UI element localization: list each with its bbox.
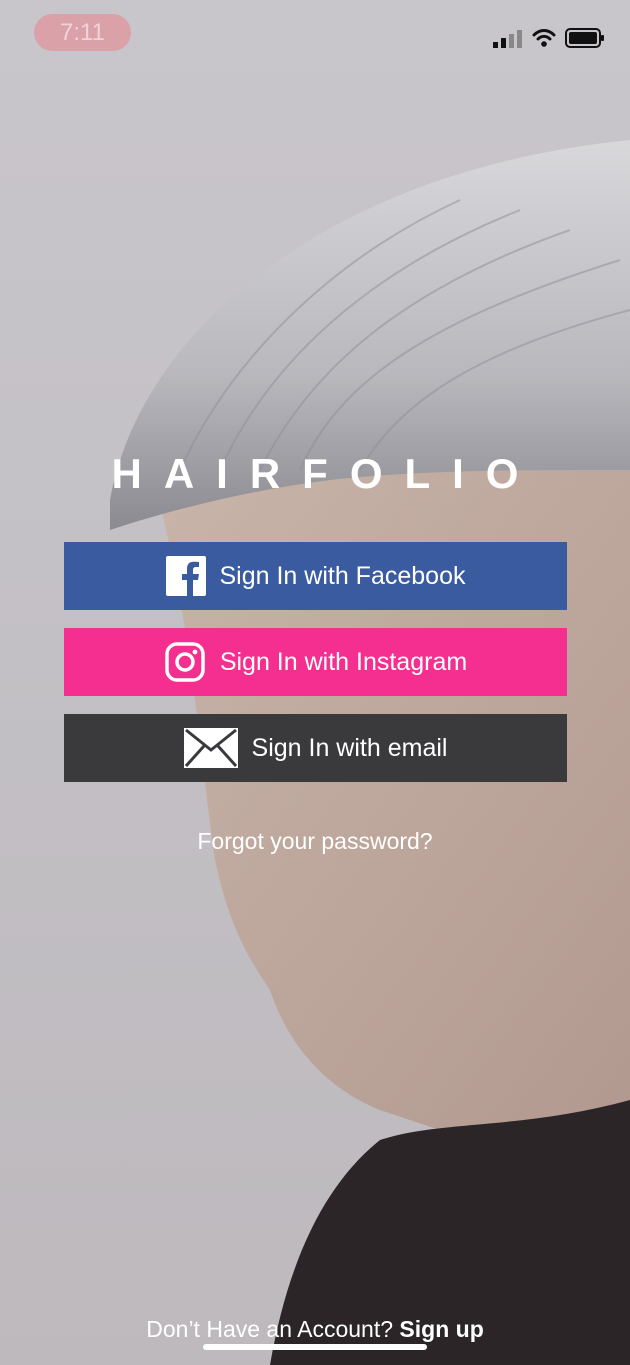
home-indicator[interactable]	[203, 1344, 427, 1350]
email-signin-label: Sign In with email	[251, 733, 448, 762]
cellular-signal-icon	[493, 30, 522, 48]
login-screen: 7:11 HAIRFOLIO Sign In with Facebook Sig…	[0, 0, 630, 1365]
facebook-signin-button[interactable]: Sign In with Facebook	[64, 542, 567, 610]
signup-prompt: Don’t Have an Account? Sign up	[0, 1316, 630, 1343]
app-logo: HAIRFOLIO	[111, 450, 541, 497]
signup-link[interactable]: Sign up	[399, 1316, 483, 1342]
status-bar: 7:11	[0, 0, 630, 80]
email-signin-button[interactable]: Sign In with email	[64, 714, 567, 782]
envelope-icon	[183, 728, 238, 768]
signup-prompt-text: Don’t Have an Account?	[146, 1316, 394, 1342]
instagram-signin-label: Sign In with Instagram	[219, 647, 468, 676]
facebook-icon	[165, 556, 206, 596]
battery-icon	[565, 28, 604, 48]
status-time: 7:11	[34, 14, 131, 51]
forgot-password-link[interactable]: Forgot your password?	[0, 828, 630, 855]
instagram-icon	[164, 641, 206, 683]
instagram-signin-button[interactable]: Sign In with Instagram	[64, 628, 567, 696]
facebook-signin-label: Sign In with Facebook	[219, 561, 466, 590]
wifi-icon	[532, 29, 556, 47]
